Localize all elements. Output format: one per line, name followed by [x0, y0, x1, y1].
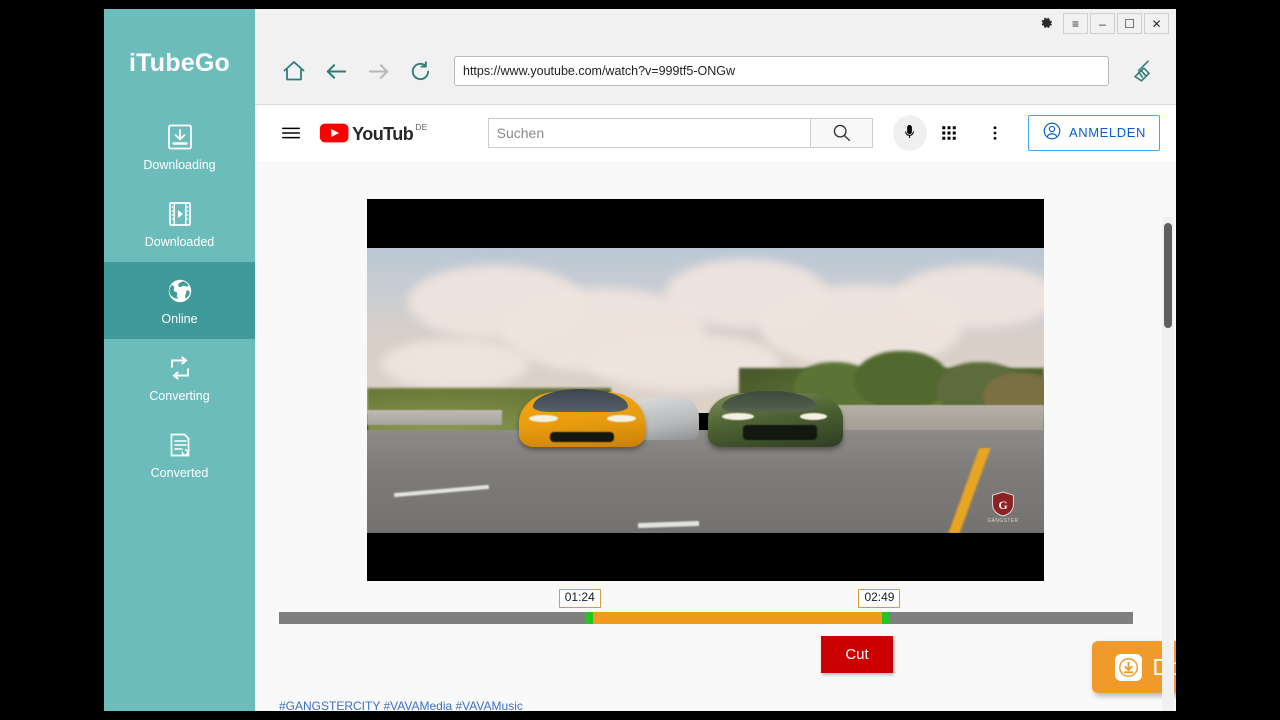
- window-maximize-button[interactable]: ☐: [1117, 13, 1142, 34]
- hamburger-menu-icon[interactable]: [275, 116, 307, 150]
- youtube-header-bar: YouTube DE: [255, 105, 1176, 161]
- channel-watermark: G GANGSTER: [984, 486, 1022, 528]
- timeline-track[interactable]: [279, 612, 1133, 624]
- trim-end-time-badge[interactable]: 02:49: [858, 589, 900, 608]
- embedded-browser-view: YouTube DE: [255, 104, 1176, 711]
- trim-start-time-badge[interactable]: 01:24: [559, 589, 601, 608]
- film-play-icon: [165, 199, 195, 229]
- cut-button[interactable]: Cut: [821, 636, 893, 673]
- download-arrow-icon: [1115, 654, 1142, 681]
- app-brand-logo: iTubeGo: [104, 9, 255, 82]
- trim-timeline: 01:24 02:49: [279, 589, 1133, 624]
- download-box-icon: [165, 122, 195, 152]
- sidebar-item-label: Converting: [149, 390, 209, 403]
- apps-grid-icon[interactable]: [932, 115, 966, 151]
- url-address-input[interactable]: [454, 56, 1109, 86]
- headlight: [722, 413, 753, 420]
- guard-rail: [367, 410, 502, 424]
- youtube-country-code: DE: [415, 122, 427, 132]
- video-hashtags[interactable]: #GANGSTERCITY #VAVAMedia #VAVAMusic: [279, 699, 523, 711]
- page-scrollbar[interactable]: [1162, 217, 1174, 711]
- main-pane: ≡ – ☐ ✕: [255, 9, 1176, 711]
- more-vertical-icon[interactable]: [978, 115, 1012, 151]
- search-icon[interactable]: [810, 118, 873, 148]
- tree: [854, 351, 949, 411]
- sidebar-item-label: Downloading: [143, 159, 215, 172]
- back-arrow-icon[interactable]: [315, 50, 357, 92]
- trim-end-handle[interactable]: [882, 612, 890, 624]
- sidebar-nav-list: Downloading Downloaded: [104, 108, 255, 493]
- svg-text:G: G: [998, 497, 1007, 511]
- front-grille: [550, 432, 614, 442]
- settings-gear-icon[interactable]: [1035, 13, 1057, 35]
- sidebar-item-downloading[interactable]: Downloading: [104, 108, 255, 185]
- convert-loop-icon: [165, 353, 195, 383]
- broom-clean-icon[interactable]: [1122, 51, 1162, 91]
- globe-icon: [165, 276, 195, 306]
- sidebar-item-downloaded[interactable]: Downloaded: [104, 185, 255, 262]
- window-menu-button[interactable]: ≡: [1063, 13, 1088, 34]
- youtube-logo[interactable]: YouTube DE: [319, 121, 427, 145]
- signin-button[interactable]: ANMELDEN: [1028, 115, 1160, 151]
- timeline-selected-range[interactable]: [585, 612, 891, 624]
- youtube-search-group: [488, 118, 873, 148]
- window-title-bar: ≡ – ☐ ✕: [255, 9, 1176, 38]
- sidebar-item-label: Downloaded: [145, 236, 215, 249]
- itubego-app-window: iTubeGo Downloading: [104, 9, 1176, 711]
- front-grille: [743, 425, 817, 441]
- video-frame: G GANGSTER: [367, 248, 1044, 533]
- sidebar-item-converted[interactable]: Converted: [104, 416, 255, 493]
- trim-time-labels: 01:24 02:49: [279, 589, 1133, 609]
- cloud: [895, 265, 1044, 328]
- signin-label: ANMELDEN: [1069, 125, 1146, 140]
- browser-toolbar: [255, 38, 1176, 104]
- window-close-button[interactable]: ✕: [1144, 13, 1169, 34]
- search-input[interactable]: [488, 118, 810, 148]
- microphone-icon[interactable]: [893, 115, 927, 151]
- forward-arrow-icon[interactable]: [357, 50, 399, 92]
- document-sync-icon: [165, 430, 195, 460]
- watermark-label: GANGSTER: [987, 518, 1018, 524]
- sidebar-item-online[interactable]: Online: [104, 262, 255, 339]
- sidebar-item-label: Online: [161, 313, 197, 326]
- sidebar-item-converting[interactable]: Converting: [104, 339, 255, 416]
- svg-text:YouTube: YouTube: [352, 123, 413, 143]
- sidebar: iTubeGo Downloading: [104, 9, 255, 711]
- headlight: [607, 415, 635, 422]
- reload-icon[interactable]: [399, 50, 441, 92]
- headlight: [529, 415, 557, 422]
- page-scrollbar-thumb[interactable]: [1164, 223, 1172, 328]
- sidebar-item-label: Converted: [151, 467, 209, 480]
- trim-start-handle[interactable]: [585, 612, 593, 624]
- account-circle-icon: [1042, 121, 1062, 144]
- window-minimize-button[interactable]: –: [1090, 13, 1115, 34]
- video-player[interactable]: G GANGSTER: [367, 199, 1044, 581]
- home-icon[interactable]: [273, 50, 315, 92]
- youtube-page-body: G GANGSTER 01:24 02:49: [255, 161, 1176, 711]
